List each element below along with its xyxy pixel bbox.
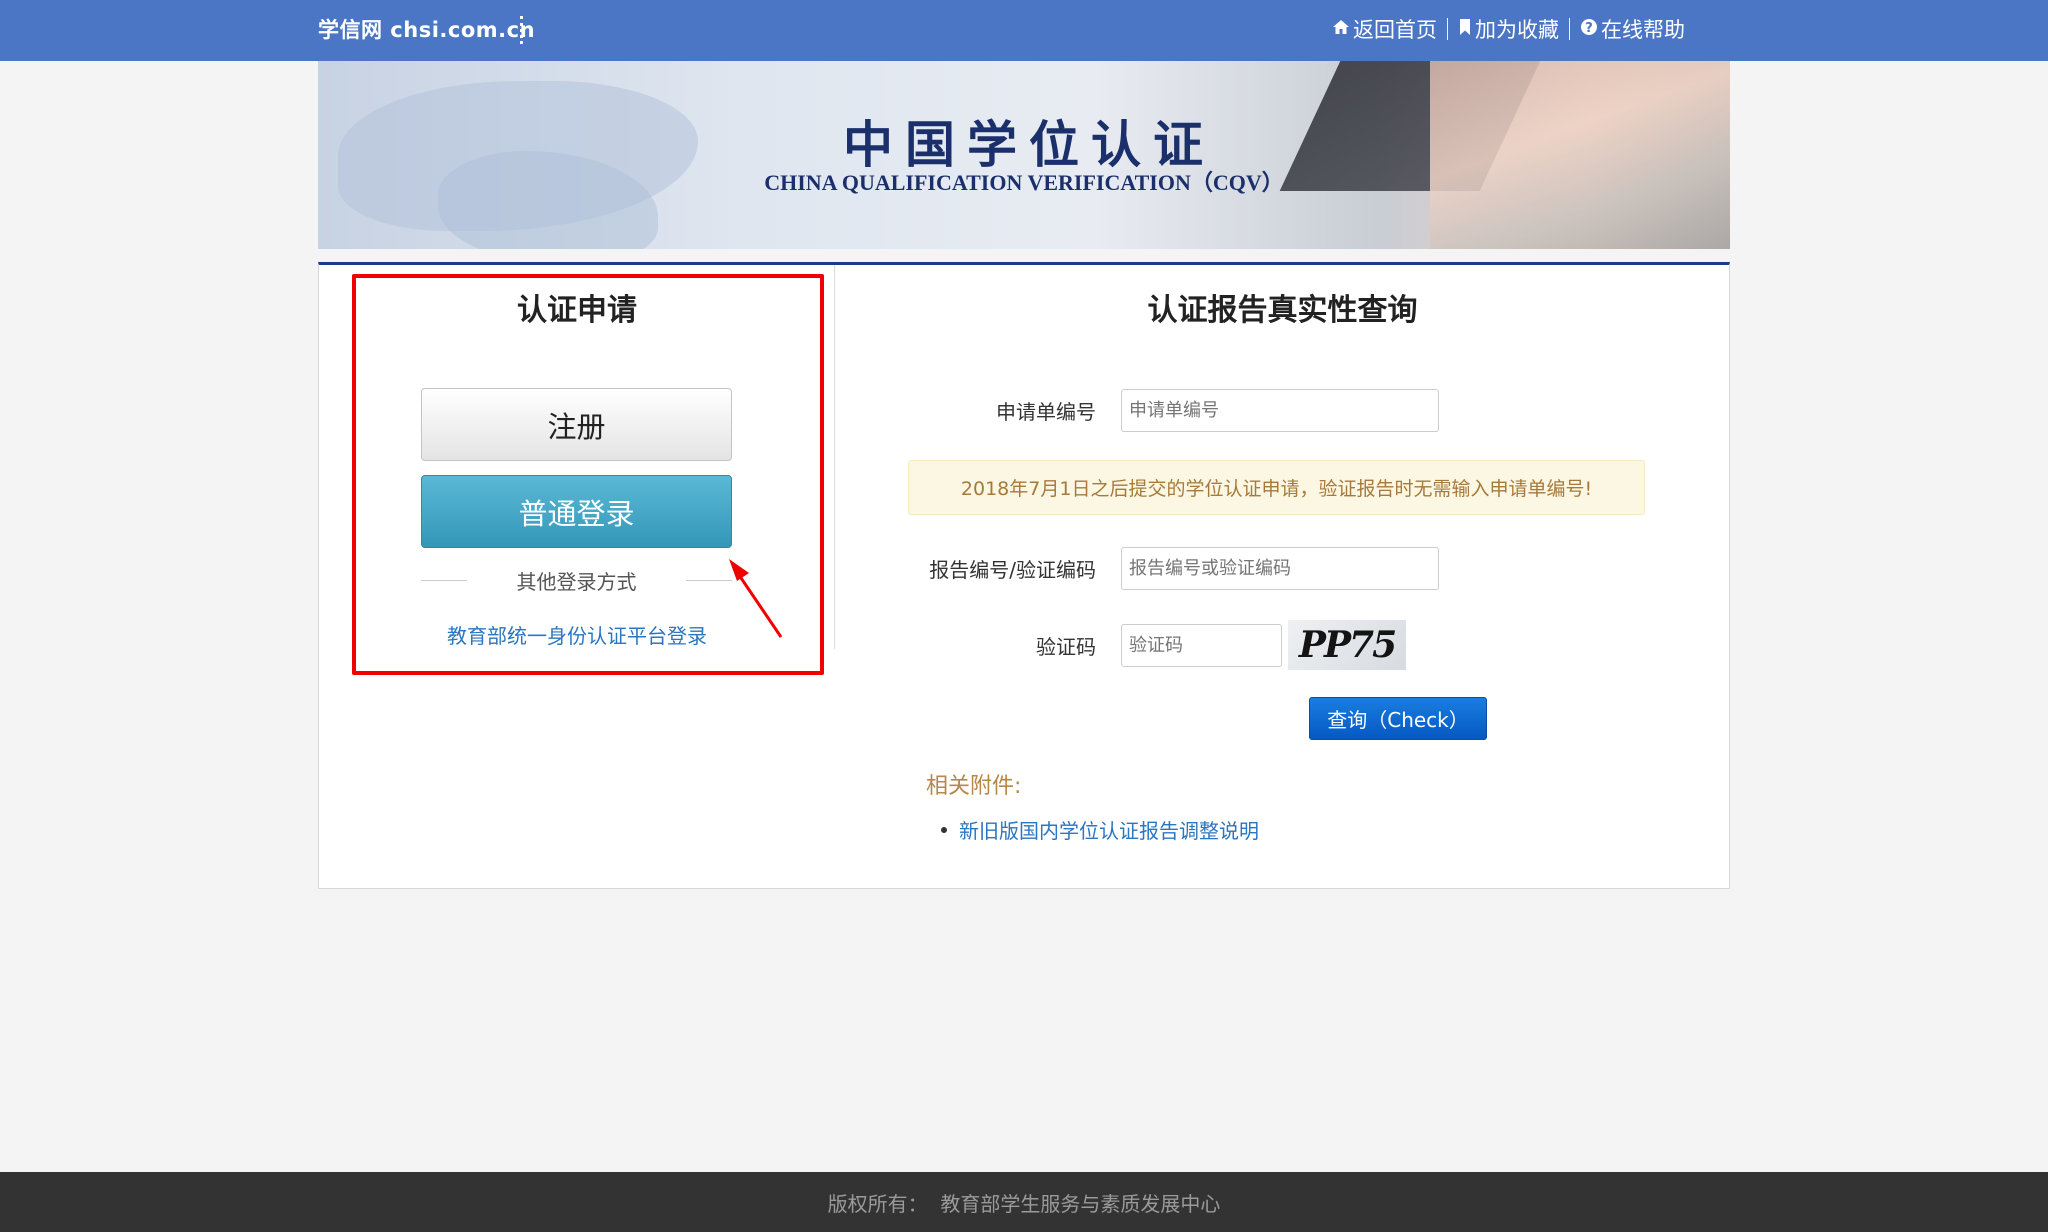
nav-help-link[interactable]: ? 在线帮助 [1580,14,1685,44]
site-brand[interactable]: 学信网 chsi.com.cn [318,14,535,44]
footer: 版权所有： 教育部学生服务与素质发展中心 [0,1172,2048,1232]
home-icon [1332,17,1350,41]
main-panel: 认证申请 注册 普通登录 其他登录方式 教育部统一身份认证平台登录 认证报告真实… [318,262,1730,889]
help-icon: ? [1580,17,1598,41]
brand-divider [520,16,524,44]
nav-bookmark-link[interactable]: 加为收藏 [1458,14,1559,44]
report-no-label: 报告编号/验证编码 [929,558,1096,582]
bookmark-icon [1458,17,1472,41]
query-section: 认证报告真实性查询 申请单编号 2018年7月1日之后提交的学位认证申请，验证报… [836,265,1729,885]
nav-bookmark-label: 加为收藏 [1475,18,1559,42]
nav-divider [1447,18,1448,40]
check-button[interactable]: 查询（Check） [1309,697,1487,740]
application-no-input[interactable] [1121,389,1439,432]
nav-home-label: 返回首页 [1353,18,1437,42]
captcha-image[interactable]: PP75 [1288,620,1406,670]
attachment-label: 新旧版国内学位认证报告调整说明 [959,819,1259,843]
svg-text:?: ? [1585,21,1593,36]
footer-copyright: 版权所有： 教育部学生服务与素质发展中心 [827,1191,1221,1216]
application-no-label: 申请单编号 [996,400,1096,424]
nav-help-label: 在线帮助 [1601,18,1685,42]
query-title: 认证报告真实性查询 [1147,293,1418,328]
banner-subtitle: CHINA QUALIFICATION VERIFICATION（CQV） [764,170,1284,195]
report-no-input[interactable] [1121,547,1439,590]
report-no-row: 报告编号/验证编码 [836,547,1439,590]
top-bar: 学信网 chsi.com.cn 返回首页 加为收藏 ? 在线帮助 [0,0,2048,61]
header-banner: 中国学位认证 CHINA QUALIFICATION VERIFICATION（… [318,61,1730,249]
attachment-link[interactable]: 新旧版国内学位认证报告调整说明 [941,815,1259,844]
attachments-title: 相关附件: [926,774,1022,799]
captcha-label: 验证码 [1036,634,1096,659]
annotation-arrow-icon [729,559,783,638]
notice-banner: 2018年7月1日之后提交的学位认证申请，验证报告时无需输入申请单编号! [908,460,1645,515]
captcha-row: 验证码 PP75 [836,620,1406,670]
nav-home-link[interactable]: 返回首页 [1332,14,1437,44]
bullet-icon [941,826,947,833]
captcha-input[interactable] [1121,623,1282,667]
nav-divider [1569,18,1570,40]
application-no-row: 申请单编号 [836,389,1439,432]
top-nav: 返回首页 加为收藏 ? 在线帮助 [1332,14,1685,44]
